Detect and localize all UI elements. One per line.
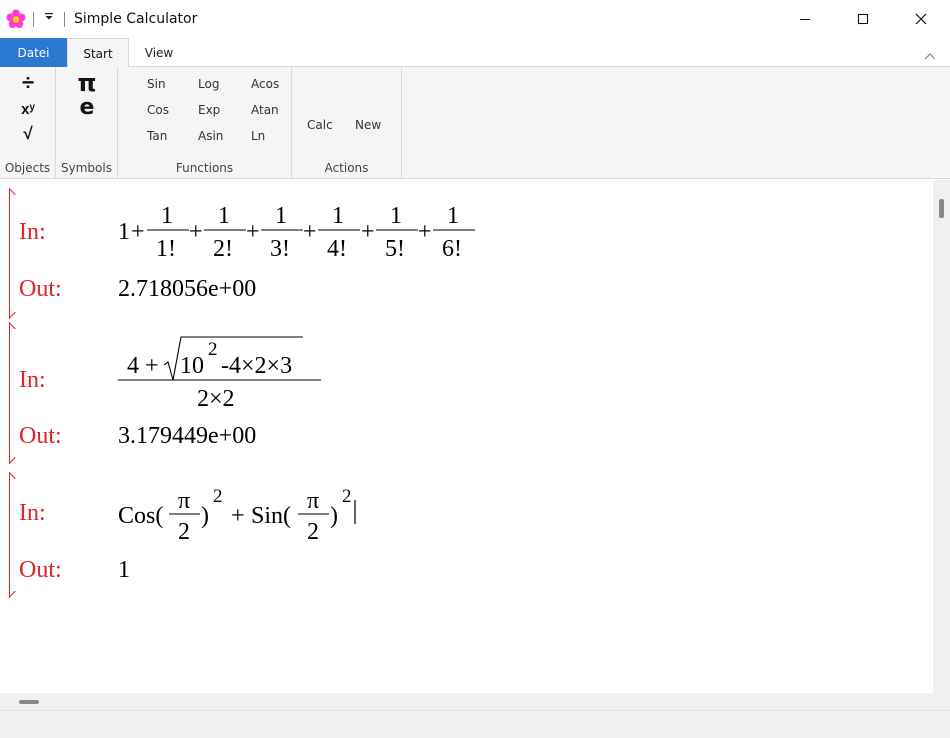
tan-button[interactable]: Tan	[147, 129, 167, 143]
fraction-numerator: π	[307, 488, 319, 514]
expr-operator: +	[303, 219, 317, 245]
group-symbols: π e Symbols	[56, 67, 118, 179]
window-title: Simple Calculator	[74, 11, 198, 27]
group-objects: ÷ xʸ √ Objects	[0, 67, 56, 179]
expr-operator: +	[418, 219, 432, 245]
vertical-scrollbar[interactable]	[933, 180, 950, 693]
fraction-denominator: 4!	[327, 236, 347, 262]
expr-operator: +	[361, 219, 375, 245]
minimize-button[interactable]	[776, 0, 834, 38]
vertical-scroll-thumb[interactable]	[939, 199, 944, 218]
horizontal-scrollbar[interactable]	[0, 693, 933, 710]
group-label-objects: Objects	[4, 161, 51, 175]
sqrt-button[interactable]: √	[17, 124, 39, 144]
close-icon	[915, 13, 927, 25]
atan-button[interactable]: Atan	[251, 103, 279, 117]
expr-operator: +	[231, 503, 245, 529]
tab-start[interactable]: Start	[67, 38, 129, 68]
fraction-numerator: 1	[275, 203, 287, 229]
collapse-ribbon-icon[interactable]	[924, 47, 936, 65]
cos-button[interactable]: Cos	[147, 103, 169, 117]
function-name: Sin(	[251, 503, 291, 529]
group-functions: Sin Cos Tan Log Exp Asin Acos Atan Ln Fu…	[118, 67, 292, 179]
fraction-denominator: 5!	[385, 236, 405, 262]
expr-term: 4 +	[127, 353, 159, 379]
exponent: 2	[213, 486, 223, 507]
calc-cell[interactable]: In: Out: 1 + 1 1! + 1 2! + 1 3! + 1 4! +…	[0, 188, 933, 319]
fraction-denominator: 2	[178, 519, 190, 545]
asin-button[interactable]: Asin	[198, 129, 223, 143]
acos-button[interactable]: Acos	[251, 77, 279, 91]
calc-button[interactable]: Calc	[307, 118, 333, 132]
ribbon-panel: ÷ xʸ √ Objects π e Symbols Sin Cos Tan L…	[0, 67, 950, 179]
output-value: 2.718056e+00	[118, 276, 257, 302]
group-label-functions: Functions	[175, 161, 234, 175]
group-label-symbols: Symbols	[61, 161, 112, 175]
quick-access-dropdown-icon[interactable]	[44, 11, 54, 24]
title-separator	[33, 12, 34, 27]
fraction-numerator: 1	[447, 203, 459, 229]
scrollbar-corner	[933, 693, 950, 710]
calc-cell[interactable]: In: Out: Cos( π 2 ) 2 + Sin( π 2 ) 2 1	[0, 472, 933, 598]
exp-button[interactable]: Exp	[198, 103, 220, 117]
group-actions: Calc New Actions	[292, 67, 402, 179]
expr-term: 1	[118, 219, 130, 245]
fraction-numerator: 1	[218, 203, 230, 229]
close-paren: )	[330, 503, 338, 529]
status-bar	[0, 710, 950, 738]
fraction-numerator: 1	[332, 203, 344, 229]
expr-operator: +	[189, 219, 203, 245]
function-name: Cos(	[118, 503, 163, 529]
power-button[interactable]: xʸ	[17, 101, 39, 119]
group-label-actions: Actions	[324, 161, 369, 175]
document-area[interactable]: In: Out: 1 + 1 1! + 1 2! + 1 3! + 1 4! +…	[0, 180, 933, 693]
fraction-numerator: 1	[390, 203, 402, 229]
pi-button[interactable]: π	[56, 69, 118, 97]
fraction-denominator: 6!	[442, 236, 462, 262]
title-bar: Simple Calculator	[0, 0, 950, 38]
tab-view[interactable]: View	[131, 38, 187, 67]
fraction-numerator: π	[178, 488, 190, 514]
minimize-icon	[800, 19, 810, 20]
fraction-numerator: 1	[161, 203, 173, 229]
fraction-denominator: 3!	[270, 236, 290, 262]
ribbon-tab-bar: Datei Start View	[0, 38, 950, 68]
out-label: Out:	[19, 423, 62, 449]
sin-button[interactable]: Sin	[147, 77, 166, 91]
radicand-exponent: 2	[208, 339, 218, 360]
new-button[interactable]: New	[355, 118, 381, 132]
divide-button[interactable]: ÷	[17, 71, 39, 95]
radicand-base: 10	[180, 353, 204, 379]
expr-operator: +	[246, 219, 260, 245]
fraction-denominator: 1!	[156, 236, 176, 262]
horizontal-scroll-thumb[interactable]	[19, 700, 39, 704]
maximize-button[interactable]	[834, 0, 892, 38]
input-expression[interactable]: 1 + 1 1! + 1 2! + 1 3! + 1 4! + 1 5! + 1…	[0, 188, 520, 268]
input-expression[interactable]: Cos( π 2 ) 2 + Sin( π 2 ) 2	[0, 472, 400, 552]
close-paren: )	[201, 503, 209, 529]
log-button[interactable]: Log	[198, 77, 219, 91]
fraction-denominator: 2	[307, 519, 319, 545]
maximize-icon	[857, 13, 869, 25]
fraction-denominator: 2×2	[197, 386, 235, 412]
e-button[interactable]: e	[56, 95, 118, 121]
expr-operator: +	[131, 219, 145, 245]
calc-cell[interactable]: In: Out: 4 + 10 2 -4×2×3 2×2 3.179449e+0…	[0, 322, 933, 464]
out-label: Out:	[19, 276, 62, 302]
exponent: 2	[342, 486, 352, 507]
tab-datei[interactable]: Datei	[0, 38, 67, 67]
flower-icon[interactable]	[6, 9, 26, 29]
output-value: 1	[118, 557, 130, 583]
ln-button[interactable]: Ln	[251, 129, 265, 143]
input-expression[interactable]: 4 + 10 2 -4×2×3 2×2	[0, 322, 400, 417]
fraction-denominator: 2!	[213, 236, 233, 262]
title-separator	[64, 12, 65, 27]
close-button[interactable]	[892, 0, 950, 38]
radicand-rest: -4×2×3	[221, 353, 292, 379]
out-label: Out:	[19, 557, 62, 583]
output-value: 3.179449e+00	[118, 423, 257, 449]
